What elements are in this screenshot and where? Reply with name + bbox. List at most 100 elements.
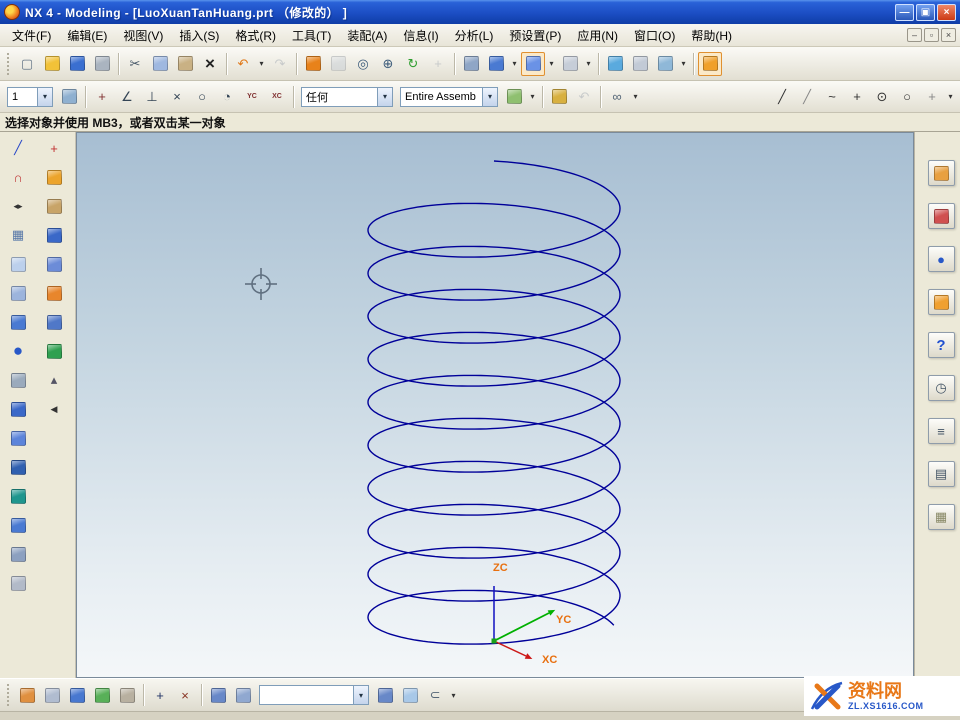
select-tool-button[interactable]: ▴ (41, 367, 67, 393)
boss-button[interactable] (5, 425, 31, 451)
binoculars-button[interactable] (603, 52, 627, 76)
datum-csys-button[interactable] (5, 280, 31, 306)
more-display-dropdown-arrow[interactable]: ▾ (583, 52, 594, 76)
snap-wcs-yc-button[interactable]: YC (240, 85, 264, 109)
draw-circle-button[interactable]: ○ (895, 85, 919, 109)
clipboard-button[interactable] (115, 683, 139, 707)
zoom-in-out-button[interactable]: ⊕ (376, 52, 400, 76)
assembly-dropdown-arrow[interactable]: ▾ (527, 85, 538, 109)
fit-view-button[interactable] (301, 52, 325, 76)
open-button[interactable] (40, 52, 64, 76)
bottom-selection-combo[interactable]: ▾ (259, 685, 369, 705)
view-orient-button[interactable] (484, 52, 508, 76)
draw-point-button[interactable]: + (920, 85, 944, 109)
catalog-button[interactable] (41, 222, 67, 248)
edge-blend-button[interactable] (5, 541, 31, 567)
close-button[interactable]: × (937, 4, 956, 21)
view-tools-dropdown-arrow[interactable]: ▾ (678, 52, 689, 76)
menu-information[interactable]: 信息(I) (395, 24, 446, 47)
transform-button[interactable] (206, 683, 230, 707)
graphics-viewport[interactable]: ZC YC XC (76, 132, 914, 678)
menu-tools[interactable]: 工具(T) (284, 24, 339, 47)
draw-line2-button[interactable]: ╱ (795, 85, 819, 109)
roles-panel-button[interactable] (928, 289, 955, 315)
draw-spline-button[interactable]: ~ (820, 85, 844, 109)
blue-cube-button[interactable] (41, 309, 67, 335)
print-button[interactable] (90, 52, 114, 76)
show-hide-button[interactable] (40, 683, 64, 707)
pocket-button[interactable] (5, 454, 31, 480)
cylinder-button[interactable] (5, 309, 31, 335)
roles-button[interactable] (698, 52, 722, 76)
snap-point-button[interactable]: + (90, 85, 114, 109)
arc-tool-button[interactable]: ∩ (5, 164, 31, 190)
remove-from-set-button[interactable]: × (173, 683, 197, 707)
toolbar-grip[interactable] (7, 53, 11, 75)
display-mode-dropdown-arrow[interactable]: ▾ (546, 52, 557, 76)
zoom-button[interactable]: ◎ (351, 52, 375, 76)
chevron-down-icon[interactable]: ▾ (353, 686, 368, 704)
help-panel-button[interactable]: ? (928, 332, 955, 358)
paste-button[interactable] (173, 52, 197, 76)
menu-view[interactable]: 视图(V) (115, 24, 171, 47)
menu-window[interactable]: 窗口(O) (626, 24, 683, 47)
history-panel-button[interactable]: ◷ (928, 375, 955, 401)
selection-scope-combo[interactable]: Entire Assemb ▾ (400, 87, 498, 107)
restore-button[interactable]: ▣ (916, 4, 935, 21)
work-view-button[interactable] (628, 52, 652, 76)
object-display-button[interactable] (15, 683, 39, 707)
snap-center-button[interactable]: ○ (190, 85, 214, 109)
wave-link-button[interactable] (502, 85, 526, 109)
curve-dropdown-arrow[interactable]: ▾ (945, 85, 956, 109)
point-tool-button[interactable]: + (41, 135, 67, 161)
chevron-down-icon[interactable]: ▾ (482, 88, 497, 106)
perspective-button[interactable] (459, 52, 483, 76)
collapse-left-arrow[interactable]: ◀ (41, 396, 67, 422)
undo-button[interactable]: ↶ (231, 52, 255, 76)
copy-button[interactable] (148, 52, 172, 76)
menu-assemblies[interactable]: 装配(A) (339, 24, 395, 47)
minimize-button[interactable]: — (895, 4, 914, 21)
details-panel-button[interactable]: ≡ (928, 418, 955, 444)
move-object-button[interactable] (373, 683, 397, 707)
pages-button[interactable] (41, 251, 67, 277)
xc-axis[interactable] (494, 641, 526, 656)
layer-settings-button[interactable] (57, 85, 81, 109)
zoom-box-button[interactable] (326, 52, 350, 76)
chevron-down-icon[interactable]: ▾ (37, 88, 52, 106)
move-layer-button[interactable] (231, 683, 255, 707)
sketch-button[interactable]: ▦ (5, 222, 31, 248)
draw-circle-dot-button[interactable]: ⊙ (870, 85, 894, 109)
rotate-view-button[interactable]: ↻ (401, 52, 425, 76)
delete-button[interactable]: × (198, 52, 222, 76)
yc-axis[interactable] (494, 613, 549, 641)
sphere-button[interactable]: ● (5, 338, 31, 364)
chamfer-button[interactable] (5, 570, 31, 596)
measure-button[interactable] (41, 338, 67, 364)
wcs-display-button[interactable] (65, 683, 89, 707)
toolbar-nav-arrows[interactable]: ◂▸ (5, 193, 31, 219)
remember-position-button[interactable] (547, 85, 571, 109)
new-button[interactable]: ▢ (15, 52, 39, 76)
bottom-dropdown-arrow[interactable]: ▾ (448, 683, 459, 707)
selection-filter-combo[interactable]: 任何 ▾ (301, 87, 393, 107)
doc-close-button[interactable]: × (941, 28, 956, 42)
draw-plus-button[interactable]: + (845, 85, 869, 109)
chevron-down-icon[interactable]: ▾ (377, 88, 392, 106)
datum-display-button[interactable] (398, 683, 422, 707)
line-tool-button[interactable]: ╱ (5, 135, 31, 161)
doc-restore-button[interactable]: ▫ (924, 28, 939, 42)
datum-plane-button[interactable] (5, 251, 31, 277)
work-layer-combo[interactable]: 1 ▾ (7, 87, 53, 107)
undo-dropdown-arrow[interactable]: ▾ (256, 52, 267, 76)
menu-insert[interactable]: 插入(S) (171, 24, 227, 47)
save-button[interactable] (65, 52, 89, 76)
orange-cube-button[interactable] (41, 280, 67, 306)
notes-panel-button[interactable]: ▤ (928, 461, 955, 487)
interpart-dropdown-arrow[interactable]: ▾ (630, 85, 641, 109)
interpart-link-button[interactable]: ∞ (605, 85, 629, 109)
viewport-canvas[interactable]: ZC YC XC (77, 133, 914, 678)
snap-midpoint-button[interactable]: ⊥ (140, 85, 164, 109)
wcs-origin-handle[interactable] (492, 639, 497, 644)
cut-button[interactable]: ✂ (123, 52, 147, 76)
